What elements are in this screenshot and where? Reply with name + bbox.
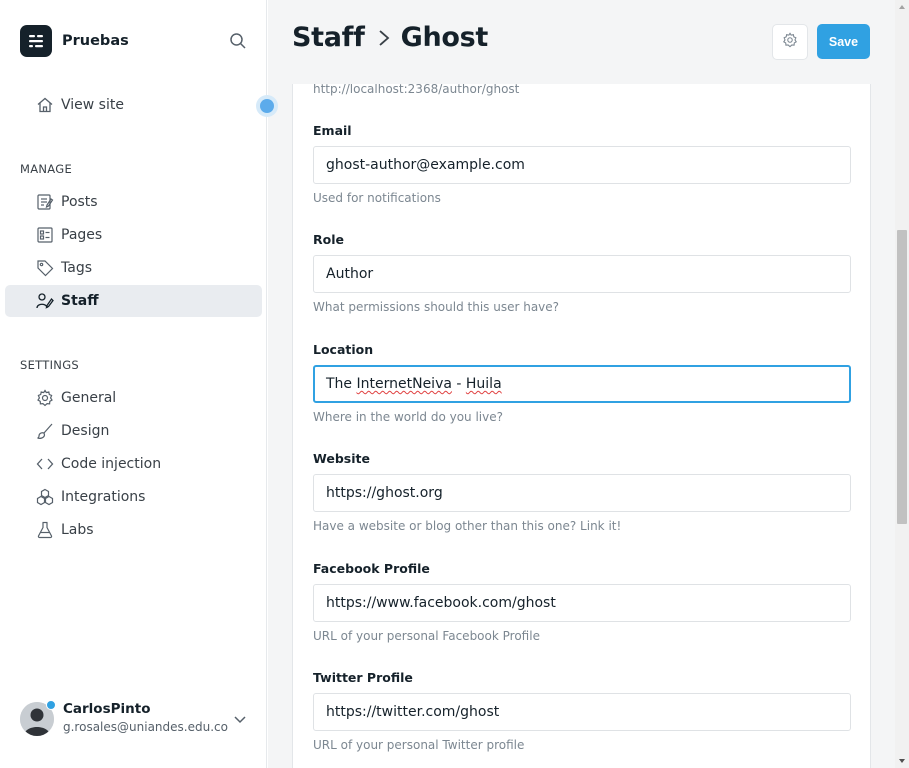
author-url: http://localhost:2368/author/ghost [313, 82, 520, 96]
brand-name: Pruebas [62, 33, 129, 49]
sidebar-item-label: Labs [61, 522, 94, 538]
manage-section-title: MANAGE [20, 162, 73, 176]
posts-icon [36, 193, 54, 211]
settings-section-title: SETTINGS [20, 358, 80, 372]
flask-icon [36, 521, 54, 539]
user-settings-button[interactable] [772, 24, 808, 60]
sidebar-item-label: General [61, 390, 117, 406]
sidebar-item-staff[interactable]: Staff [5, 285, 262, 317]
email-label: Email [313, 123, 352, 138]
tag-icon [36, 259, 54, 277]
pages-icon [36, 226, 54, 244]
page-header: Staff Ghost Save [268, 0, 895, 84]
scrollbar[interactable] [895, 0, 909, 768]
email-field[interactable]: ghost-author@example.com [313, 146, 851, 184]
chevron-down-icon [232, 711, 248, 727]
twitter-help: URL of your personal Twitter profile [313, 738, 525, 752]
sidebar-item-general[interactable]: General [5, 382, 262, 414]
scroll-up-arrow-icon[interactable] [895, 0, 909, 14]
website-help: Have a website or blog other than this o… [313, 519, 622, 533]
location-value-part: Huila [465, 376, 502, 392]
twitter-label: Twitter Profile [313, 670, 413, 685]
sidebar: Pruebas View site MANAGE Posts Pages Tag… [0, 0, 278, 768]
sidebar-item-posts[interactable]: Posts [5, 186, 262, 218]
sidebar-item-label: Integrations [61, 489, 146, 505]
scrollbar-thumb[interactable] [897, 230, 907, 524]
role-select[interactable]: Author [313, 255, 851, 293]
chevron-right-icon [377, 28, 391, 48]
twitter-field[interactable]: https://twitter.com/ghost [313, 693, 851, 731]
sidebar-item-view-site[interactable]: View site [5, 89, 262, 121]
sidebar-item-design[interactable]: Design [5, 415, 262, 447]
facebook-help: URL of your personal Facebook Profile [313, 629, 540, 643]
ghost-logo-icon [20, 25, 52, 57]
location-label: Location [313, 342, 374, 357]
sidebar-item-label: Code injection [61, 456, 162, 472]
role-label: Role [313, 232, 344, 247]
notification-dot[interactable] [256, 95, 278, 117]
website-label: Website [313, 451, 370, 466]
brush-icon [36, 422, 54, 440]
email-help: Used for notifications [313, 191, 441, 205]
main-content: http://localhost:2368/author/ghost Email… [268, 0, 909, 768]
sidebar-item-label: View site [61, 97, 124, 113]
sidebar-item-code-injection[interactable]: Code injection [5, 448, 262, 480]
brand[interactable]: Pruebas [20, 25, 129, 57]
search-icon[interactable] [226, 29, 250, 53]
facebook-field[interactable]: https://www.facebook.com/ghost [313, 584, 851, 622]
sidebar-item-tags[interactable]: Tags [5, 252, 262, 284]
website-field[interactable]: https://ghost.org [313, 474, 851, 512]
sidebar-item-label: Tags [61, 260, 92, 276]
gear-icon [782, 32, 798, 52]
integrations-icon [36, 488, 54, 506]
facebook-label: Facebook Profile [313, 561, 430, 576]
gear-icon [36, 389, 54, 407]
user-email: g.rosales@uniandes.edu.co [63, 720, 228, 734]
code-icon [36, 455, 54, 473]
sidebar-item-label: Pages [61, 227, 103, 243]
user-name: CarlosPinto [63, 701, 151, 717]
location-help: Where in the world do you live? [313, 410, 503, 424]
location-value-part: The [326, 376, 357, 392]
status-dot [46, 700, 56, 710]
profile-card: http://localhost:2368/author/ghost Email… [292, 82, 871, 768]
sidebar-item-integrations[interactable]: Integrations [5, 481, 262, 513]
scroll-down-arrow-icon[interactable] [895, 754, 909, 768]
home-icon [36, 96, 54, 114]
page-title: Ghost [400, 22, 489, 53]
breadcrumb-staff-link[interactable]: Staff [292, 22, 365, 53]
sidebar-item-label: Staff [61, 293, 99, 309]
sidebar-item-labs[interactable]: Labs [5, 514, 262, 546]
sidebar-item-label: Posts [61, 194, 98, 210]
staff-icon [36, 292, 54, 310]
location-value-part: - [451, 376, 466, 392]
role-help: What permissions should this user have? [313, 300, 560, 314]
save-button[interactable]: Save [817, 24, 870, 59]
location-value-part: InternetNeiva [356, 376, 452, 392]
breadcrumb: Staff Ghost [292, 22, 488, 53]
sidebar-item-pages[interactable]: Pages [5, 219, 262, 251]
user-menu[interactable]: CarlosPinto g.rosales@uniandes.edu.co [20, 700, 260, 740]
sidebar-item-label: Design [61, 423, 110, 439]
location-field[interactable]: The InternetNeiva - Huila [313, 365, 851, 403]
